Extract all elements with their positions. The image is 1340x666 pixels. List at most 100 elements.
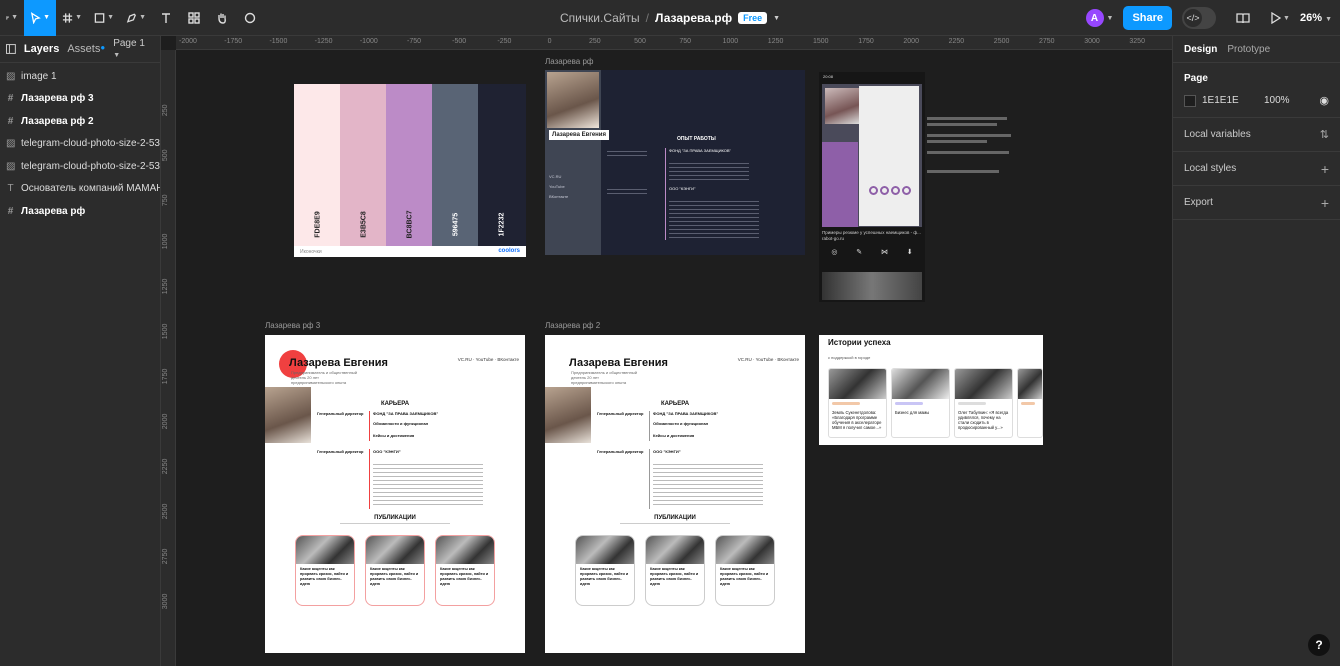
layer-item[interactable]: ▨ telegram-cloud-photo-size-2-539...	[0, 133, 160, 156]
swatch-hex: 596475	[452, 212, 459, 237]
lens-icon: ◎	[831, 249, 838, 256]
resume-link: ВКонтакте	[777, 357, 799, 362]
local-styles-section[interactable]: Local styles +	[1173, 152, 1340, 186]
hand-tool-button[interactable]	[208, 0, 236, 36]
share-button[interactable]: Share	[1123, 6, 1173, 30]
layer-item[interactable]: # Лазарева рф 3	[0, 88, 160, 111]
zoom-level[interactable]: 26% ▼	[1300, 12, 1332, 24]
phone-actions: ◎ ✎ ⋈ ⬇	[822, 248, 922, 268]
tab-prototype[interactable]: Prototype	[1227, 44, 1270, 55]
story-tag	[1021, 402, 1035, 405]
ruler-tick-label: 2750	[1039, 38, 1055, 45]
story-card: Земль Сукенетдолова: «Благодаря программ…	[828, 368, 887, 438]
dev-mode-toggle[interactable]: </>	[1182, 7, 1217, 29]
ruler-top: -2000 -1750 -1500 -1250 -1000 -750 -500 -250 0 25…	[176, 36, 1172, 50]
floating-text-layer[interactable]	[927, 114, 1017, 176]
comment-icon	[244, 12, 256, 23]
tab-layers[interactable]: Layers	[24, 43, 59, 55]
page-color-value[interactable]: 1E1E1E	[1202, 95, 1252, 106]
timeline-line	[649, 449, 650, 509]
resume-links: VC.RU · YouTube · ВКонтакте	[457, 357, 519, 362]
section-title: КАРЬЕРА	[660, 401, 690, 407]
divider	[620, 523, 730, 524]
local-variables-section[interactable]: Local variables ⇅	[1173, 118, 1340, 152]
pen-tool-button[interactable]: ▼	[120, 0, 152, 36]
page-selector[interactable]: Page 1 ▼	[113, 38, 154, 60]
ruler-tick-label: 0	[547, 38, 552, 45]
page-opacity-value[interactable]: 100%	[1264, 95, 1290, 106]
shape-tool-button[interactable]: ▼	[88, 0, 120, 36]
resources-button[interactable]	[180, 0, 208, 36]
image-icon: ▨	[6, 138, 16, 150]
resume-subtitle: Предприниматель и общественный деятель 2…	[291, 370, 357, 385]
layer-item[interactable]: # Лазарева рф 2	[0, 110, 160, 133]
hand-tool-icon	[218, 13, 226, 24]
text-lines	[669, 160, 749, 180]
phone-screenshot-image[interactable]: 20:08 Примеры резюме у успешных наемщико…	[819, 72, 925, 302]
ruler-tick-label: -1750	[224, 38, 243, 45]
layer-item[interactable]: ▨ image 1	[0, 65, 160, 88]
frame-lazareva-rf-2[interactable]: Лазарева Евгения Предприниматель и общес…	[545, 335, 805, 653]
project-name[interactable]: Спички.Сайты	[560, 11, 640, 25]
publication-title: Какие акценты как прорвать кризис, найти…	[650, 567, 699, 586]
layer-name: Основатель компаний МАМАНО...	[21, 183, 160, 195]
file-name[interactable]: Лазарева.рф	[655, 11, 732, 25]
layer-item[interactable]: # Лазарева рф	[0, 200, 160, 223]
ach-heading: Кейсы и достижения	[373, 433, 415, 438]
frame-lazareva-rf[interactable]: Лазарева Евгения VC.RU YouTube ВКонтакте…	[545, 70, 805, 255]
main-menu-button[interactable]: ▼	[0, 0, 24, 36]
edit-icon: ✎	[856, 249, 863, 256]
coolors-logo: coolors	[498, 248, 520, 254]
publication-image	[576, 536, 634, 564]
page-section: Page 1E1E1E 100% ◉	[1173, 63, 1340, 118]
frame-icon: #	[7, 205, 14, 217]
section-title: КАРЬЕРА	[380, 401, 410, 407]
ruler-tick-label: 1000	[162, 233, 169, 250]
chevron-down-icon[interactable]: ▼	[773, 15, 780, 22]
layer-item[interactable]: ▨ telegram-cloud-photo-size-2-537...	[0, 155, 160, 178]
ruler-tick-label: -750	[406, 38, 422, 45]
frame-lazareva-rf-3[interactable]: Лазарева Евгения Предприниматель и общес…	[265, 335, 525, 653]
phone-time: 20:08	[823, 74, 834, 79]
timeline-line	[369, 449, 370, 509]
publication-image	[366, 536, 424, 564]
eye-icon[interactable]: ◉	[1319, 94, 1329, 107]
ruler-tick-label: 1750	[162, 368, 169, 385]
tab-assets[interactable]: Assets●	[67, 43, 105, 55]
library-button[interactable]	[1234, 12, 1252, 24]
frame-label[interactable]: Лазарева рф	[545, 57, 594, 66]
present-button[interactable]: ▼	[1270, 12, 1290, 24]
export-section[interactable]: Export +	[1173, 186, 1340, 220]
story-card: Олег Табулкин: «Я всегда удивлялся, поче…	[954, 368, 1013, 438]
page-color-swatch[interactable]	[1184, 94, 1196, 107]
comment-tool-button[interactable]	[236, 0, 264, 36]
frame-icon: #	[7, 115, 14, 127]
plus-icon[interactable]: +	[1321, 195, 1329, 211]
text-lines	[373, 461, 483, 507]
text-tool-button[interactable]	[152, 0, 180, 36]
timeline-line	[649, 411, 650, 441]
help-button[interactable]: ?	[1308, 634, 1330, 656]
section-title: ПУБЛИКАЦИИ	[654, 515, 696, 521]
move-tool-button[interactable]: ▼	[24, 0, 56, 36]
ruler-tick-label: -500	[452, 38, 467, 45]
section-title: Истории успеха	[828, 338, 891, 347]
tab-design[interactable]: Design	[1184, 44, 1217, 55]
sidebar-toggle-icon[interactable]	[6, 44, 16, 54]
story-card	[1017, 368, 1043, 438]
canvas[interactable]: -2000 -1750 -1500 -1250 -1000 -750 -500 -250 0 25…	[161, 36, 1172, 666]
success-stories-image[interactable]: Истории успеха с поддержкой в городе Зем…	[819, 335, 1043, 445]
ach-heading: Кейсы и достижения	[653, 433, 695, 438]
resume-link: VC.RU	[549, 174, 562, 179]
frame-label[interactable]: Лазарева рф 3	[265, 321, 320, 330]
frame-label[interactable]: Лазарева рф 2	[545, 321, 600, 330]
avatar-menu[interactable]: A ▼	[1085, 9, 1113, 27]
frame-tool-button[interactable]: ▼	[56, 0, 88, 36]
layer-item[interactable]: T Основатель компаний МАМАНО...	[0, 178, 160, 201]
color-palette-image[interactable]: FDE8E9 E3B5C8 BC8BC7 596475 1F2232 Иконо…	[294, 84, 526, 257]
publication-image	[716, 536, 774, 564]
plus-icon[interactable]: +	[1321, 161, 1329, 177]
job-role: Генеральный директор	[317, 411, 364, 416]
shape-tool-icon	[94, 12, 105, 23]
settings-icon[interactable]: ⇅	[1320, 128, 1329, 141]
